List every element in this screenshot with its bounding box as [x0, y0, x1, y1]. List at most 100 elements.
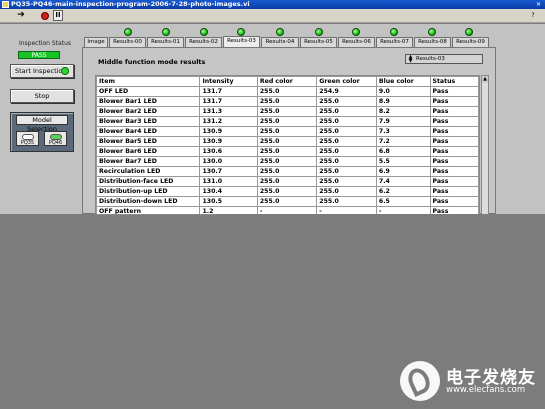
- table-cell: Distribution-up LED: [96, 186, 201, 197]
- results-04-led-icon: [276, 28, 284, 36]
- page-title: Middle function mode results: [98, 58, 206, 66]
- status-badge: PASS: [18, 51, 60, 59]
- table-row: Distribution-down LED 130.5 255.0 255.0 6.5 P…: [96, 196, 479, 207]
- results-table: Item Intensity Red color Green color Blue co…: [96, 76, 479, 214]
- table-cell: 255.0: [316, 196, 377, 207]
- tab-results-05[interactable]: Results-05: [300, 37, 337, 47]
- table-cell: Blower Bar5 LED: [96, 136, 201, 147]
- tab-results-06[interactable]: Results-06: [338, 37, 375, 47]
- table-cell: 130.9: [199, 126, 258, 137]
- table-cell: 130.0: [199, 156, 258, 167]
- table-cell: 131.2: [199, 116, 258, 127]
- table-cell: Pass: [429, 176, 479, 187]
- table-cell: Blower Bar6 LED: [96, 146, 201, 157]
- table-cell: Pass: [429, 116, 479, 127]
- model-selection-box: Model Selection PQ35 PQ46: [10, 112, 74, 152]
- tab-results-00[interactable]: Results-00: [109, 37, 146, 47]
- inspection-status-label: Inspection Status: [18, 40, 72, 47]
- results-08-led-icon: [428, 28, 436, 36]
- table-cell: Pass: [429, 186, 479, 197]
- table-row: OFF LED 131.7 255.0 254.9 9.0 Pass: [96, 86, 479, 97]
- table-cell: 255.0: [256, 106, 318, 117]
- window-title: PQ35-PQ46-main-inspection-program-2006-7…: [11, 0, 250, 8]
- table-cell: Blower Bar3 LED: [96, 116, 201, 127]
- results-07-led-icon: [390, 28, 398, 36]
- logo-mark: [404, 364, 434, 398]
- table-cell: 255.0: [316, 176, 377, 187]
- table-cell: 6.5: [375, 196, 431, 207]
- help-icon[interactable]: ?: [528, 10, 538, 21]
- table-scrollbar[interactable]: ▲: [481, 75, 489, 215]
- table-cell: 131.7: [199, 96, 258, 107]
- table-cell: Pass: [429, 96, 479, 107]
- watermark-url: www.elecfans.com: [446, 385, 526, 395]
- scroll-up-icon[interactable]: ▲: [482, 76, 488, 83]
- table-cell: 255.0: [316, 166, 377, 177]
- results-table-container: Item Intensity Red color Green color Blue co…: [95, 75, 480, 215]
- table-cell: Blower Bar2 LED: [96, 106, 201, 117]
- table-header-cell: Blue color: [375, 76, 431, 87]
- table-cell: Pass: [429, 166, 479, 177]
- tab-results-09[interactable]: Results-09: [452, 37, 489, 47]
- table-row: Distribution-up LED 130.4 255.0 255.0 6.2 Pas…: [96, 186, 479, 197]
- table-cell: 131.3: [199, 106, 258, 117]
- table-cell: Distribution-face LED: [96, 176, 201, 187]
- table-cell: 130.6: [199, 146, 258, 157]
- model-option-pq35[interactable]: PQ35: [16, 131, 39, 146]
- table-row: Distribution-face LED 131.0 255.0 255.0 7.4 P…: [96, 176, 479, 187]
- table-cell: Pass: [429, 136, 479, 147]
- table-cell: 130.5: [199, 196, 258, 207]
- results-01-led-icon: [162, 28, 170, 36]
- start-led-icon: [61, 67, 69, 75]
- results-selector[interactable]: ▲ ▼ Results-03: [405, 54, 483, 64]
- table-cell: Blower Bar4 LED: [96, 126, 201, 137]
- table-cell: Recirculation LED: [96, 166, 201, 177]
- table-cell: 9.0: [375, 86, 431, 97]
- table-cell: 7.2: [375, 136, 431, 147]
- table-cell: 255.0: [316, 136, 377, 147]
- table-header-cell: Item: [96, 76, 201, 87]
- table-cell: 255.0: [316, 96, 377, 107]
- table-cell: 7.3: [375, 126, 431, 137]
- tab-results-04[interactable]: Results-04: [261, 37, 299, 47]
- table-cell: 255.0: [256, 136, 318, 147]
- table-cell: 255.0: [316, 156, 377, 167]
- results-05-led-icon: [315, 28, 323, 36]
- model-option-pq46[interactable]: PQ46: [44, 131, 67, 146]
- arrow-run-icon[interactable]: ➔: [14, 10, 28, 21]
- table-cell: 5.5: [375, 156, 431, 167]
- table-cell: 255.0: [256, 156, 318, 167]
- elecfans-logo-icon: [400, 361, 440, 401]
- table-cell: 254.9: [316, 86, 377, 97]
- table-cell: 255.0: [256, 196, 318, 207]
- table-cell: 255.0: [256, 146, 318, 157]
- table-cell: 255.0: [316, 146, 377, 157]
- stop-button[interactable]: Stop: [10, 89, 74, 103]
- pause-icon[interactable]: II: [53, 10, 63, 21]
- table-cell: Blower Bar7 LED: [96, 156, 201, 167]
- table-cell: Pass: [429, 86, 479, 97]
- stop-icon[interactable]: [40, 10, 50, 21]
- window-titlebar: PQ35-PQ46-main-inspection-program-2006-7…: [0, 0, 545, 9]
- table-cell: Pass: [429, 126, 479, 137]
- table-header-cell: Red color: [256, 76, 318, 87]
- tab-image[interactable]: Image: [84, 37, 108, 47]
- results-selector-value: Results-03: [416, 56, 445, 62]
- tab-results-07[interactable]: Results-07: [376, 37, 413, 47]
- spinner-arrows-icon[interactable]: ▲ ▼: [407, 55, 414, 64]
- table-cell: 130.9: [199, 136, 258, 147]
- tab-results-01[interactable]: Results-01: [147, 37, 184, 47]
- table-cell: 255.0: [256, 86, 318, 97]
- table-row: Blower Bar1 LED 131.7 255.0 255.0 8.9 Pass: [96, 96, 479, 107]
- table-cell: Pass: [429, 156, 479, 167]
- table-cell: 8.2: [375, 106, 431, 117]
- tab-results-02[interactable]: Results-02: [185, 37, 222, 47]
- results-06-led-icon: [352, 28, 360, 36]
- window-close-icon[interactable]: ✕: [536, 0, 541, 9]
- tab-results-08[interactable]: Results-08: [414, 37, 451, 47]
- start-inspection-button[interactable]: Start Inspection: [10, 64, 74, 78]
- table-cell: 130.4: [199, 186, 258, 197]
- table-cell: Distribution-down LED: [96, 196, 201, 207]
- table-cell: 6.9: [375, 166, 431, 177]
- table-cell: 6.2: [375, 186, 431, 197]
